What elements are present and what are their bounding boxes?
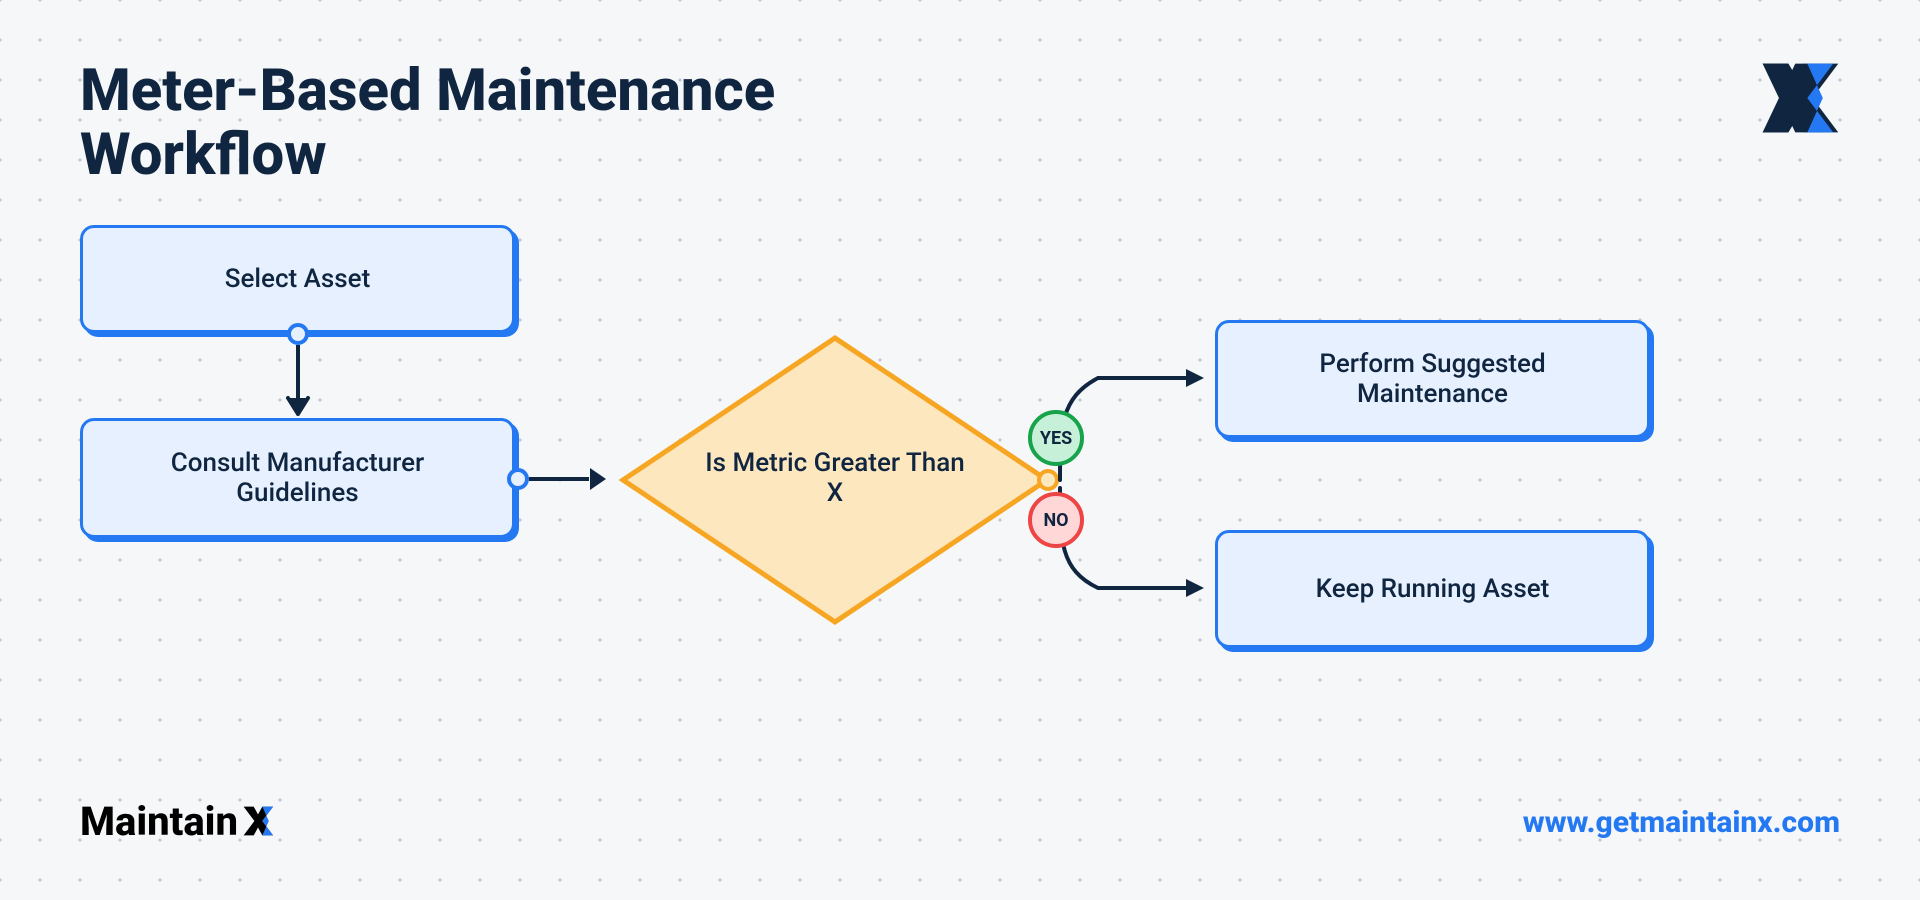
node-label: Consult Manufacturer Guidelines xyxy=(107,448,488,508)
connector-dot-icon xyxy=(287,323,309,345)
arrow-line xyxy=(296,345,300,397)
badge-label: NO xyxy=(1043,510,1068,531)
node-label: Perform Suggested Maintenance xyxy=(1242,349,1623,409)
brand-text: Maintain xyxy=(80,798,238,845)
brand-x-icon xyxy=(240,802,276,849)
node-label: Select Asset xyxy=(225,264,371,294)
decision-label: Is Metric Greater Than X xyxy=(705,448,965,508)
brand-logo: Maintain xyxy=(80,798,276,845)
arrowhead-right-icon xyxy=(584,465,608,493)
node-perform-maintenance: Perform Suggested Maintenance xyxy=(1215,320,1650,438)
node-consult-guidelines: Consult Manufacturer Guidelines xyxy=(80,418,515,538)
connector-dot-icon xyxy=(1037,469,1059,491)
brand-url: www.getmaintainx.com xyxy=(1523,805,1840,840)
branch-no-line xyxy=(1058,480,1208,600)
node-select-asset: Select Asset xyxy=(80,225,515,333)
arrow-line xyxy=(529,477,589,481)
badge-no: NO xyxy=(1028,492,1084,548)
connector-dot-icon xyxy=(507,468,529,490)
page-title: Meter-Based Maintenance Workflow xyxy=(80,60,980,188)
badge-yes: YES xyxy=(1028,410,1084,466)
logo-x-icon xyxy=(1754,55,1840,141)
node-label: Keep Running Asset xyxy=(1316,574,1550,604)
badge-label: YES xyxy=(1040,428,1072,449)
arrowhead-down-icon xyxy=(284,392,312,416)
node-keep-running: Keep Running Asset xyxy=(1215,530,1650,648)
